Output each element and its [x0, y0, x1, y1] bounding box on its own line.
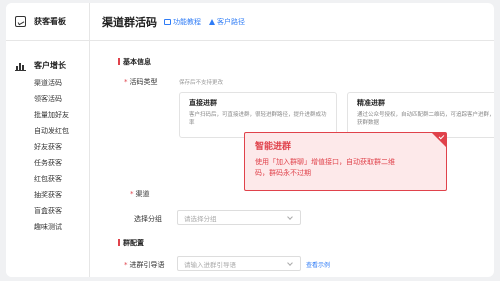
- sidebar-item[interactable]: 盲盒获客: [6, 203, 89, 219]
- sidebar-item[interactable]: 抽奖获客: [6, 187, 89, 203]
- sidebar-group-growth[interactable]: 客户增长: [6, 59, 89, 71]
- chevron-down-icon: [287, 259, 293, 266]
- page-header: 渠道群活码 功能教程 客户路径: [90, 3, 494, 41]
- card-direct-desc: 客户扫码后，可直接进群，很轻进群路径，提升进群成功率: [189, 112, 327, 126]
- book-icon: [164, 18, 171, 25]
- page-title: 渠道群活码: [102, 15, 157, 29]
- section-group-config: 群配置: [118, 238, 144, 248]
- bar-chart-icon: [15, 61, 26, 71]
- popover-desc-line2: 码，群码永不过期: [255, 169, 311, 177]
- path-icon: [209, 18, 215, 25]
- sidebar-item[interactable]: 渠道活码: [6, 75, 89, 91]
- guide-label: * 进群引导语: [124, 261, 165, 269]
- guide-input[interactable]: 请输入进群引导语: [177, 256, 301, 271]
- type-label: * 活码类型: [124, 78, 158, 86]
- sidebar-dashboard[interactable]: 获客看板: [6, 3, 89, 41]
- customer-path-link[interactable]: 客户路径: [209, 17, 245, 27]
- main-content: 渠道群活码 功能教程 客户路径 基本信息 * 活码类型 保存后不支持更改 直接进群…: [90, 3, 494, 277]
- sidebar-item[interactable]: 自动发红包: [6, 123, 89, 139]
- sidebar: 获客看板 客户增长 渠道活码 领客活码 批量加好友 自动发红包 好友获客 任务获…: [6, 3, 90, 277]
- dashboard-icon: [15, 16, 26, 27]
- sidebar-item[interactable]: 领客活码: [6, 91, 89, 107]
- smart-join-popover[interactable]: 智能进群 使用「加入群聊」增值接口，自动获取群二维 码，群码永不过期: [244, 132, 447, 191]
- group-select-label: 选择分组: [134, 215, 162, 223]
- group-select-placeholder: 请选择分组: [184, 214, 217, 223]
- app-window: 获客看板 客户增长 渠道活码 领客活码 批量加好友 自动发红包 好友获客 任务获…: [6, 3, 494, 277]
- card-precise-title: 精准进群: [357, 99, 385, 107]
- sidebar-dashboard-label: 获客看板: [34, 17, 66, 26]
- customer-path-label: 客户路径: [217, 17, 245, 26]
- sidebar-item[interactable]: 批量加好友: [6, 107, 89, 123]
- tutorial-link[interactable]: 功能教程: [164, 17, 201, 27]
- tutorial-link-label: 功能教程: [173, 17, 201, 26]
- sidebar-item[interactable]: 好友获客: [6, 139, 89, 155]
- type-hint: 保存后不支持更改: [179, 80, 224, 86]
- guide-input-placeholder: 请输入进群引导语: [184, 260, 236, 269]
- popover-title: 智能进群: [255, 142, 292, 152]
- popover-desc-line1: 使用「加入群聊」增值接口，自动获取群二维: [255, 158, 395, 166]
- card-precise-desc: 通过公众号授权，自动匹配群二维码，可追踪客户进群，获群数据: [357, 112, 494, 126]
- sidebar-item[interactable]: 红包获客: [6, 171, 89, 187]
- sidebar-group-label: 客户增长: [34, 60, 66, 70]
- chevron-down-icon: [287, 213, 293, 220]
- view-example-link[interactable]: 查看示例: [306, 260, 330, 269]
- group-select[interactable]: 请选择分组: [177, 210, 301, 225]
- sidebar-item[interactable]: 趣味测试: [6, 219, 89, 235]
- channel-label: * 渠道: [130, 190, 150, 198]
- sidebar-item[interactable]: 任务获客: [6, 155, 89, 171]
- section-basic-info: 基本信息: [118, 57, 151, 67]
- card-direct-title: 直接进群: [189, 99, 217, 107]
